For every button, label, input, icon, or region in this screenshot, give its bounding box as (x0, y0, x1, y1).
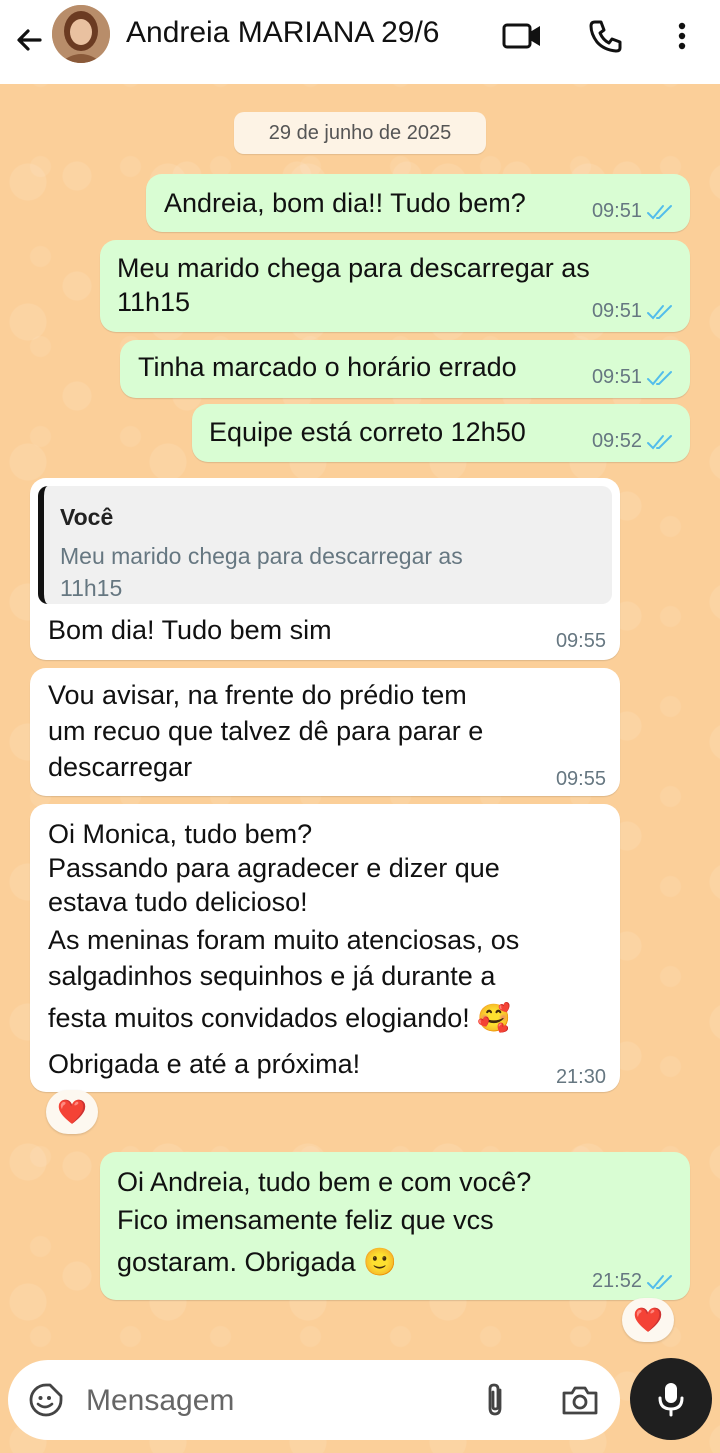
message-composer (8, 1360, 620, 1440)
message-meta: 09:52 (592, 430, 674, 453)
message-time: 21:30 (555, 1066, 606, 1088)
video-call-icon[interactable] (500, 18, 544, 54)
read-ticks-icon (647, 370, 672, 385)
microphone-button[interactable] (630, 1358, 712, 1440)
message-text: As meninas foram muito atenciosas, os (48, 925, 520, 955)
phone-call-icon[interactable] (586, 16, 626, 56)
message-input[interactable] (84, 1378, 468, 1424)
message-text: estava tudo delicioso! (48, 887, 308, 917)
read-ticks-icon (647, 304, 672, 319)
message-text: 11h15 (117, 287, 191, 317)
message-time: 09:55 (555, 768, 606, 790)
message-bubble-incoming[interactable]: Oi Monica, tudo bem? Passando para agrad… (30, 804, 620, 1092)
paperclip-icon[interactable] (480, 1380, 510, 1420)
message-text: Passando para agradecer e dizer que (48, 853, 500, 883)
avatar[interactable] (52, 5, 110, 63)
message-time: 09:52 (591, 430, 642, 452)
back-arrow-icon[interactable] (10, 20, 50, 60)
message-meta: 09:51 (592, 300, 674, 323)
message-text: Vou avisar, na frente do prédio tem (48, 680, 467, 710)
chat-header: Andreia MARIANA 29/6 (0, 0, 720, 84)
message-bubble-outgoing[interactable]: Tinha marcado o horário errado 09:51 (120, 340, 690, 398)
quoted-text: 11h15 (60, 575, 123, 601)
heart-reaction-icon: ❤️ (633, 1306, 663, 1334)
quoted-text: Meu marido chega para descarregar as (60, 543, 463, 569)
read-ticks-icon (647, 434, 672, 449)
message-meta: 09:55 (556, 768, 606, 791)
message-text: Oi Monica, tudo bem? (48, 819, 313, 849)
message-text: um recuo que talvez dê para parar e (48, 716, 484, 746)
quoted-message[interactable]: Você Meu marido chega para descarregar a… (38, 486, 612, 604)
message-bubble-outgoing[interactable]: Oi Andreia, tudo bem e com você? Fico im… (100, 1152, 690, 1300)
message-text: gostaram. Obrigada 🙂 (117, 1247, 397, 1277)
message-meta: 09:51 (592, 200, 674, 223)
message-time: 09:51 (591, 366, 642, 388)
message-time: 09:55 (555, 630, 606, 652)
contact-name[interactable]: Andreia MARIANA 29/6 (126, 16, 440, 50)
read-ticks-icon (647, 204, 672, 219)
message-meta: 09:55 (556, 630, 606, 653)
message-bubble-outgoing[interactable]: Meu marido chega para descarregar as 11h… (100, 240, 690, 332)
heart-reaction[interactable]: ❤️ (622, 1298, 674, 1342)
message-text: festa muitos convidados elogiando! 🥰 (48, 1003, 511, 1033)
message-time: 09:51 (591, 300, 642, 322)
message-time: 21:52 (591, 1270, 642, 1292)
message-text: salgadinhos sequinhos e já durante a (48, 961, 496, 991)
message-bubble-incoming[interactable]: Vou avisar, na frente do prédio tem um r… (30, 668, 620, 796)
read-ticks-icon (647, 1274, 672, 1289)
message-text: Tinha marcado o horário errado (138, 352, 517, 382)
message-meta: 21:52 (592, 1270, 674, 1293)
message-text: Andreia, bom dia!! Tudo bem? (164, 188, 526, 218)
more-options-icon[interactable] (668, 16, 696, 56)
quoted-author: Você (60, 504, 114, 530)
message-bubble-outgoing[interactable]: Andreia, bom dia!! Tudo bem? 09:51 (146, 174, 690, 232)
message-time: 09:51 (591, 200, 642, 222)
avatar-photo-icon (52, 5, 110, 63)
heart-reaction[interactable]: ❤️ (46, 1090, 98, 1134)
microphone-icon (658, 1383, 684, 1417)
message-text: Equipe está correto 12h50 (209, 417, 526, 447)
message-bubble-incoming[interactable]: Você Meu marido chega para descarregar a… (30, 478, 620, 660)
date-chip: 29 de junho de 2025 (234, 112, 486, 154)
message-meta: 21:30 (556, 1066, 606, 1089)
message-bubble-outgoing[interactable]: Equipe está correto 12h50 09:52 (192, 404, 690, 462)
sticker-emoji-icon[interactable] (28, 1382, 64, 1418)
message-text: Oi Andreia, tudo bem e com você? (117, 1167, 532, 1197)
heart-reaction-icon: ❤️ (57, 1098, 87, 1126)
message-text: Obrigada e até a próxima! (48, 1049, 361, 1079)
message-text: Bom dia! Tudo bem sim (48, 615, 332, 645)
message-meta: 09:51 (592, 366, 674, 389)
message-text: Meu marido chega para descarregar as (117, 253, 590, 283)
camera-icon[interactable] (560, 1382, 600, 1418)
message-text: Fico imensamente feliz que vcs (117, 1205, 494, 1235)
message-text: descarregar (48, 752, 193, 782)
